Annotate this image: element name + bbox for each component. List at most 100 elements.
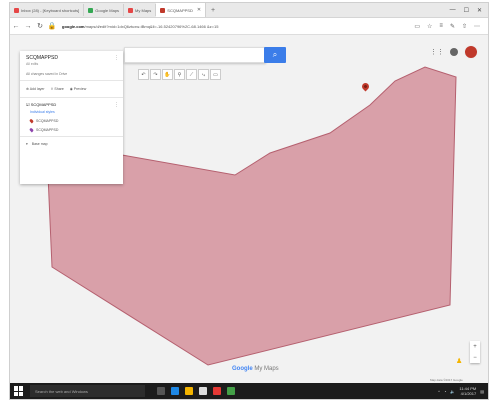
base-map-toggle[interactable]: ▾ Base map: [20, 137, 123, 151]
layer-title[interactable]: ☑ SCQMAPPSD: [26, 102, 117, 107]
share-label: Share: [54, 87, 64, 91]
favorites-star-icon[interactable]: ☆: [427, 23, 432, 30]
zoom-in-button[interactable]: +: [473, 344, 477, 350]
tab-scqmappsd[interactable]: SCQMAPPSD ✕: [156, 3, 207, 17]
up-arrow-icon[interactable]: ^: [438, 389, 440, 394]
map-canvas[interactable]: ⌕ ↶ ↷ ✋ ⚲ ⟋ ⤷ ▭ ⋮⋮ ⋮ SCQMAPPSD All edits…: [10, 35, 488, 383]
feature-label: SCQMAPPSD: [36, 128, 59, 132]
my-maps-icon: [128, 7, 134, 13]
browser-toolbar: ▭ ☆ ≡ ✎ ⇧ ⋯: [414, 23, 488, 30]
tab-label: Google Maps: [95, 7, 120, 13]
notes-icon[interactable]: ✎: [450, 23, 455, 30]
layer-options-icon[interactable]: ⋮: [114, 102, 119, 108]
search-input[interactable]: [124, 47, 266, 63]
logo-google: Google: [232, 366, 253, 372]
maximize-icon[interactable]: ☐: [464, 7, 469, 14]
hand-icon[interactable]: ✋: [162, 69, 173, 80]
feature-label: SCQMAPPSD: [36, 119, 59, 123]
edge-icon[interactable]: [171, 387, 179, 395]
browser-window: Inbox (28) - [Keyboard shortcuts] Google…: [9, 2, 489, 400]
new-tab-icon[interactable]: +: [206, 7, 220, 14]
add-marker-icon[interactable]: ⚲: [174, 69, 185, 80]
share-icon[interactable]: ⇧: [462, 23, 467, 30]
panel-actions: ⊕ Add layer ⇪ Share ◉ Preview: [20, 81, 123, 98]
google-my-maps-logo: Google My Maps: [232, 366, 279, 372]
tab-label: SCQMAPPSD: [167, 7, 193, 13]
feature-item[interactable]: SCQMAPPSD: [26, 127, 117, 133]
forward-icon[interactable]: →: [22, 23, 34, 30]
address-bar: ← → ↻ 🔒 google.com/maps/d/edit?mid=1dxQ6…: [10, 18, 488, 35]
volume-icon[interactable]: 🔈: [450, 389, 455, 394]
start-button[interactable]: [14, 386, 24, 396]
close-window-icon[interactable]: ✕: [477, 7, 482, 14]
my-maps-icon: [160, 7, 166, 13]
layer-section: ⋮ ☑ SCQMAPPSD Individual styles SCQMAPPS…: [20, 98, 123, 137]
redo-icon[interactable]: ↷: [150, 69, 161, 80]
tab-google-maps[interactable]: Google Maps: [84, 4, 125, 16]
clock-date: 4/1/2017: [460, 391, 477, 396]
save-status: All changes saved in Drive: [26, 72, 68, 76]
map-subtitle: All edits: [26, 62, 39, 66]
base-map-label: Base map: [31, 142, 48, 146]
add-layer-label: Add layer: [29, 87, 45, 91]
individual-styles-link[interactable]: Individual styles: [26, 110, 117, 114]
search-icon: ⌕: [272, 50, 278, 59]
preview-button[interactable]: ◉ Preview: [70, 87, 86, 91]
draw-line-icon[interactable]: ⟋: [186, 69, 197, 80]
logo-suffix: My Maps: [252, 366, 279, 372]
more-options-icon[interactable]: ⋮: [114, 55, 119, 61]
maps-icon: [88, 7, 94, 13]
polygon-icon: [29, 127, 34, 133]
hub-icon[interactable]: ≡: [439, 23, 443, 30]
tab-my-maps[interactable]: My Maps: [124, 4, 157, 16]
tab-label: Inbox (28) - [Keyboard shortcuts]: [21, 7, 80, 13]
apps-grid-icon[interactable]: ⋮⋮: [430, 48, 444, 56]
close-tab-icon[interactable]: ✕: [197, 7, 201, 13]
clock[interactable]: 11:44 PM 4/1/2017: [459, 386, 476, 396]
task-view-icon[interactable]: [157, 387, 165, 395]
network-icon[interactable]: ◔: [444, 389, 446, 394]
app-icon[interactable]: [227, 387, 235, 395]
notifications-icon[interactable]: [450, 48, 458, 56]
map-attribution: Map data ©2017 Google: [430, 378, 463, 382]
notifications-center-icon[interactable]: ▤: [480, 389, 484, 394]
zoom-out-button[interactable]: −: [473, 355, 477, 361]
taskbar-search-input[interactable]: Search the web and Windows: [30, 385, 145, 397]
store-icon[interactable]: [199, 387, 207, 395]
layer-title-text: SCQMAPPSD: [30, 102, 57, 107]
url-field[interactable]: google.com/maps/d/edit?mid=1dxQ6ztuxw-tB…: [62, 24, 362, 29]
window-controls: — ☐ ✕: [450, 7, 488, 14]
map-title[interactable]: SCQMAPPSD: [26, 55, 117, 61]
feature-item[interactable]: SCQMAPPSD: [26, 118, 117, 124]
street-view-pegman-icon[interactable]: ♟: [456, 357, 462, 365]
zoom-controls: + −: [470, 341, 480, 363]
url-domain: google.com: [62, 23, 85, 29]
minimize-icon[interactable]: —: [450, 7, 456, 14]
map-toolbar: ↶ ↷ ✋ ⚲ ⟋ ⤷ ▭: [138, 69, 221, 80]
tab-label: My Maps: [135, 7, 152, 13]
taskbar-apps: [157, 387, 235, 395]
measure-icon[interactable]: ▭: [210, 69, 221, 80]
file-explorer-icon[interactable]: [185, 387, 193, 395]
lock-icon: 🔒: [47, 23, 57, 30]
back-icon[interactable]: ←: [10, 23, 22, 30]
preview-label: Preview: [73, 87, 87, 91]
avatar[interactable]: [464, 45, 478, 59]
directions-icon[interactable]: ⤷: [198, 69, 209, 80]
search-button[interactable]: ⌕: [264, 47, 286, 63]
tab-inbox[interactable]: Inbox (28) - [Keyboard shortcuts]: [10, 4, 85, 16]
undo-icon[interactable]: ↶: [138, 69, 149, 80]
reading-view-icon[interactable]: ▭: [414, 23, 420, 30]
url-path: /maps/d/edit?mid=1dxQ6ztuxw-tBmq&ll=-16.…: [84, 23, 219, 29]
windows-taskbar: Search the web and Windows ^ ◔ 🔈 11:44 P…: [10, 383, 488, 399]
chevron-down-icon: ▾: [26, 142, 28, 146]
chrome-icon[interactable]: [213, 387, 221, 395]
share-button[interactable]: ⇪ Share: [51, 87, 64, 91]
account-area: ⋮⋮: [430, 45, 478, 59]
more-icon[interactable]: ⋯: [474, 23, 480, 30]
refresh-icon[interactable]: ↻: [34, 22, 46, 30]
map-info: ⋮ SCQMAPPSD All edits All changes saved …: [20, 51, 123, 81]
marker-icon: [29, 118, 34, 124]
map-legend-panel: ⋮ SCQMAPPSD All edits All changes saved …: [20, 51, 123, 184]
add-layer-button[interactable]: ⊕ Add layer: [26, 87, 45, 91]
